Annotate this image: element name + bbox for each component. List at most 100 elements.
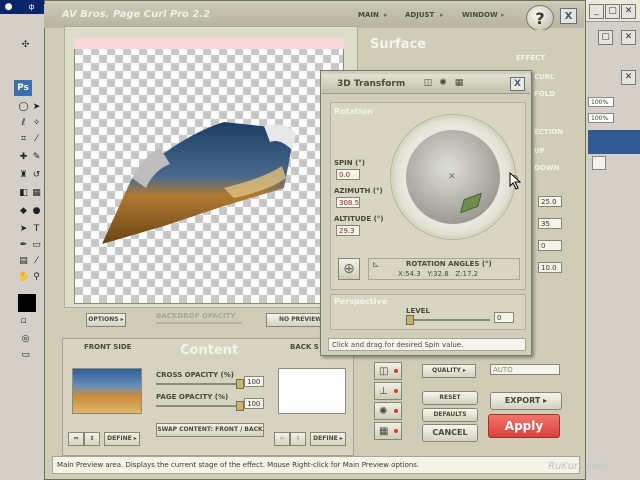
standard-mode-icon[interactable]: ◎ [20, 334, 31, 345]
export-button[interactable]: EXPORT ▸ [490, 392, 562, 410]
foreground-color-swatch[interactable] [18, 294, 36, 312]
plugin-close-button[interactable]: X [560, 8, 577, 24]
altitude-field[interactable]: 29.3 [336, 225, 360, 236]
perspective-level-slider[interactable] [406, 319, 490, 321]
down-option[interactable]: DOWN [534, 164, 559, 172]
zoom-field-2[interactable]: 100% [588, 113, 614, 123]
quality-field[interactable]: AUTO [490, 364, 560, 375]
page-opacity-field[interactable]: 100 [244, 398, 264, 409]
define-front-button[interactable]: DEFINE ▸ [104, 432, 140, 446]
azimuth-field[interactable]: 308.5 [336, 197, 360, 208]
transform-dialog-close-button[interactable]: X [510, 77, 525, 91]
back-side-label: BACK S [290, 343, 319, 351]
front-fit-height-icon[interactable]: ⇕ [84, 432, 100, 446]
eraser-tool-icon[interactable]: ◧ [18, 188, 29, 199]
lasso-tool-icon[interactable]: ℓ [18, 118, 29, 129]
cancel-button[interactable]: CANCEL [422, 424, 478, 442]
grid-tool-button[interactable]: ▦ [374, 422, 402, 440]
surface-value-4[interactable]: 10.0 [538, 262, 562, 273]
cross-opacity-slider[interactable] [156, 383, 240, 385]
define-back-button[interactable]: DEFINE ▸ [310, 432, 346, 446]
perspective-level-thumb[interactable] [406, 315, 414, 325]
stamp-tool-icon[interactable]: ♜ [18, 170, 29, 181]
page-opacity-slider[interactable] [156, 405, 240, 407]
quality-button[interactable]: QUALITY ▸ [422, 364, 476, 378]
surface-value-3[interactable]: 0 [538, 240, 562, 251]
options-button[interactable]: OPTIONS ▸ [86, 313, 126, 327]
light-settings-icon[interactable]: ✺ [438, 78, 448, 88]
light-icon: ✺ [379, 406, 388, 417]
surface-value-2[interactable]: 35 [538, 218, 562, 229]
shape-tool-icon[interactable]: ▭ [31, 240, 42, 251]
grid-settings-icon[interactable]: ▦ [454, 78, 464, 88]
minimize-icon[interactable]: _ [589, 4, 604, 19]
gradient-tool-icon[interactable]: ▦ [31, 188, 42, 199]
grid-icon: ▦ [379, 426, 389, 437]
marquee-tool-icon[interactable]: ◯ [18, 102, 29, 113]
layer-thumbnail[interactable] [588, 130, 640, 154]
front-side-thumbnail[interactable] [72, 368, 142, 414]
menu-window-arrow-icon: ▸ [501, 11, 505, 19]
page-curl-title: AV Bros. Page Curl Pro 2.2 [62, 9, 211, 20]
notes-tool-icon[interactable]: ▤ [18, 256, 29, 267]
dodge-tool-icon[interactable]: ● [31, 206, 42, 217]
magic-wand-tool-icon[interactable]: ✧ [31, 118, 42, 129]
backdrop-opacity-slider[interactable] [156, 322, 242, 324]
content-title: Content [180, 343, 239, 358]
quick-mask-icon[interactable]: ▫ [18, 316, 29, 327]
zoom-field-1[interactable]: 100% [588, 97, 614, 107]
panel-restore-icon[interactable]: ▢ [598, 30, 613, 45]
indicator-dot-icon [394, 389, 398, 393]
back-fit-height-icon[interactable]: ⇕ [290, 432, 306, 446]
menu-window[interactable]: WINDOW [462, 11, 498, 19]
light-tool-button[interactable]: ✺ [374, 402, 402, 420]
up-option[interactable]: UP [534, 147, 545, 155]
menu-adjust[interactable]: ADJUST [405, 11, 434, 19]
window-close-icon[interactable]: ✕ [621, 4, 636, 19]
spin-field[interactable]: 0.0 [336, 169, 360, 180]
back-side-thumbnail[interactable] [278, 368, 346, 414]
zoom-tool-icon[interactable]: ⚲ [31, 272, 42, 283]
hand-tool-icon[interactable]: ✋ [18, 272, 29, 283]
surface-value-1[interactable]: 25.0 [538, 196, 562, 207]
crop-tool-icon[interactable]: ⌗ [18, 134, 29, 145]
cross-opacity-field[interactable]: 100 [244, 376, 264, 387]
panel-close-2-icon[interactable]: ✕ [621, 70, 636, 85]
shape-tool-button[interactable]: ◫ [374, 362, 402, 380]
panel-close-icon[interactable]: ✕ [621, 30, 636, 45]
type-tool-icon[interactable]: T [31, 224, 42, 235]
front-fit-width-icon[interactable]: ⇔ [68, 432, 84, 446]
brush-tool-icon[interactable]: ✎ [31, 152, 42, 163]
perspective-label: Perspective [334, 297, 388, 306]
path-select-tool-icon[interactable]: ➤ [18, 224, 29, 235]
curl-option[interactable]: CURL [534, 73, 555, 81]
swap-content-button[interactable]: SWAP CONTENT: FRONT / BACK [156, 423, 264, 437]
layer-visibility-icon[interactable] [592, 156, 606, 170]
indicator-dot-icon [394, 429, 398, 433]
page-icon[interactable]: ◫ [423, 78, 433, 88]
pen-tool-icon[interactable]: ✒ [18, 240, 29, 251]
screen-mode-icon[interactable]: ▭ [20, 350, 31, 361]
move-tool-icon[interactable]: ✣ [20, 40, 31, 51]
menu-main[interactable]: MAIN [358, 11, 379, 19]
cross-opacity-thumb[interactable] [236, 379, 244, 389]
reset-button[interactable]: RESET [422, 391, 478, 405]
page-opacity-thumb[interactable] [236, 401, 244, 411]
reset-rotation-button[interactable]: ⊕ [338, 258, 360, 280]
fold-option[interactable]: FOLD [534, 90, 555, 98]
eyedropper-tool-icon[interactable]: ⁄ [31, 256, 42, 267]
history-brush-tool-icon[interactable]: ↺ [31, 170, 42, 181]
blur-tool-icon[interactable]: ◆ [18, 206, 29, 217]
back-fit-width-icon[interactable]: ⇔ [274, 432, 290, 446]
help-button[interactable]: ? [526, 5, 554, 31]
perspective-level-field[interactable]: 0 [494, 312, 514, 323]
healing-tool-icon[interactable]: ✚ [18, 152, 29, 163]
maximize-icon[interactable]: ▢ [605, 4, 620, 19]
move-arrow-tool-icon[interactable]: ➤ [31, 102, 42, 113]
apply-button[interactable]: Apply [488, 414, 560, 438]
axis-icon: ⊥ [379, 386, 388, 397]
defaults-button[interactable]: DEFAULTS [422, 408, 478, 422]
slice-tool-icon[interactable]: ⁄ [31, 134, 42, 145]
axis-tool-button[interactable]: ⊥ [374, 382, 402, 400]
azimuth-label: AZIMUTH (°) [334, 187, 383, 195]
